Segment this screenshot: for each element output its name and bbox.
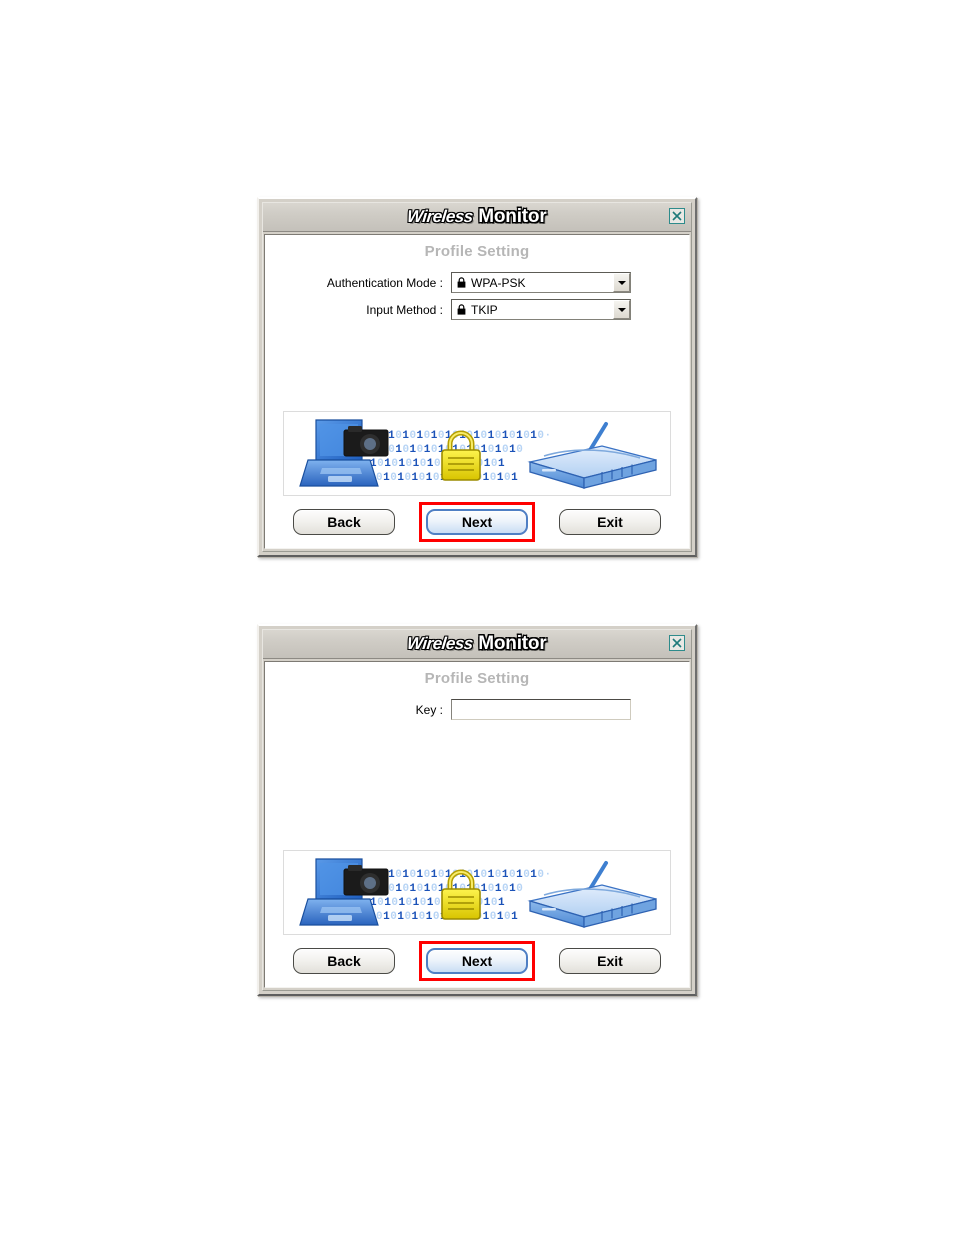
form-row-authentication-mode: Authentication Mode : WPA-PSK xyxy=(265,272,669,293)
button-row: Back Next Exit xyxy=(265,935,689,987)
close-icon[interactable] xyxy=(669,635,685,651)
laptop-icon xyxy=(299,419,389,487)
client-area: Profile Setting Key : 101010101010101010… xyxy=(264,661,690,988)
title-brand: Wireless xyxy=(406,207,475,227)
window-inner: Wireless Monitor Profile Setting Authent… xyxy=(262,202,692,552)
page-root: Wireless Monitor Profile Setting Authent… xyxy=(0,0,954,1235)
svg-text:1010101010101010101: 1010101010101010101 xyxy=(370,458,505,470)
title-brand: Wireless xyxy=(406,634,475,654)
authentication-mode-value: WPA-PSK xyxy=(471,275,526,290)
client-area: Profile Setting Authentication Mode : WP… xyxy=(264,234,690,549)
laptop-icon xyxy=(299,858,389,926)
title-app: Monitor xyxy=(478,206,547,227)
lock-icon xyxy=(457,304,466,315)
wireless-monitor-window-auth: Wireless Monitor Profile Setting Authent… xyxy=(257,197,697,557)
exit-button[interactable]: Exit xyxy=(559,509,661,535)
next-button[interactable]: Next xyxy=(426,509,528,535)
input-method-select[interactable]: TKIP xyxy=(451,299,631,320)
page-title: Profile Setting xyxy=(424,243,530,260)
illustration-graphic: 01010101010101010101010· 010101010101010… xyxy=(299,419,657,489)
back-button[interactable]: Back xyxy=(293,509,395,535)
window-inner: Wireless Monitor Profile Setting Key : 1… xyxy=(262,629,692,991)
authentication-mode-label: Authentication Mode : xyxy=(326,275,443,290)
title-bar: Wireless Monitor xyxy=(263,203,691,232)
lock-icon xyxy=(457,277,466,288)
form-row-input-method: Input Method : TKIP xyxy=(265,299,669,320)
wireless-security-illustration: 01010101010101010101010· 010101010101010… xyxy=(283,850,671,935)
title-bar: Wireless Monitor xyxy=(263,630,691,659)
next-button-highlight: Next xyxy=(419,502,535,542)
exit-button[interactable]: Exit xyxy=(559,948,661,974)
key-label: Key : xyxy=(415,702,443,717)
svg-text:1010101010101010101: 1010101010101010101 xyxy=(370,897,505,909)
back-button[interactable]: Back xyxy=(293,948,395,974)
illustration-graphic: 01010101010101010101010· 010101010101010… xyxy=(299,858,657,928)
form-auth: Authentication Mode : WPA-PSK Input Meth… xyxy=(265,272,689,326)
form-row-key: Key : xyxy=(265,699,669,720)
input-method-value: TKIP xyxy=(471,302,498,317)
chevron-down-icon[interactable] xyxy=(613,300,630,319)
title-app: Monitor xyxy=(478,633,547,654)
wireless-monitor-window-key: Wireless Monitor Profile Setting Key : 1… xyxy=(257,624,697,996)
input-method-label: Input Method : xyxy=(366,302,443,317)
next-button-highlight: Next xyxy=(419,941,535,981)
next-button[interactable]: Next xyxy=(426,948,528,974)
key-input[interactable] xyxy=(451,699,631,720)
window-title: Wireless Monitor xyxy=(406,633,547,655)
form-key: Key : xyxy=(265,699,689,726)
chevron-down-icon[interactable] xyxy=(613,273,630,292)
close-icon[interactable] xyxy=(669,208,685,224)
button-row: Back Next Exit xyxy=(265,496,689,548)
wireless-security-illustration: 01010101010101010101010· 010101010101010… xyxy=(283,411,671,496)
page-title: Profile Setting xyxy=(424,670,530,687)
authentication-mode-select[interactable]: WPA-PSK xyxy=(451,272,631,293)
window-title: Wireless Monitor xyxy=(406,206,547,228)
